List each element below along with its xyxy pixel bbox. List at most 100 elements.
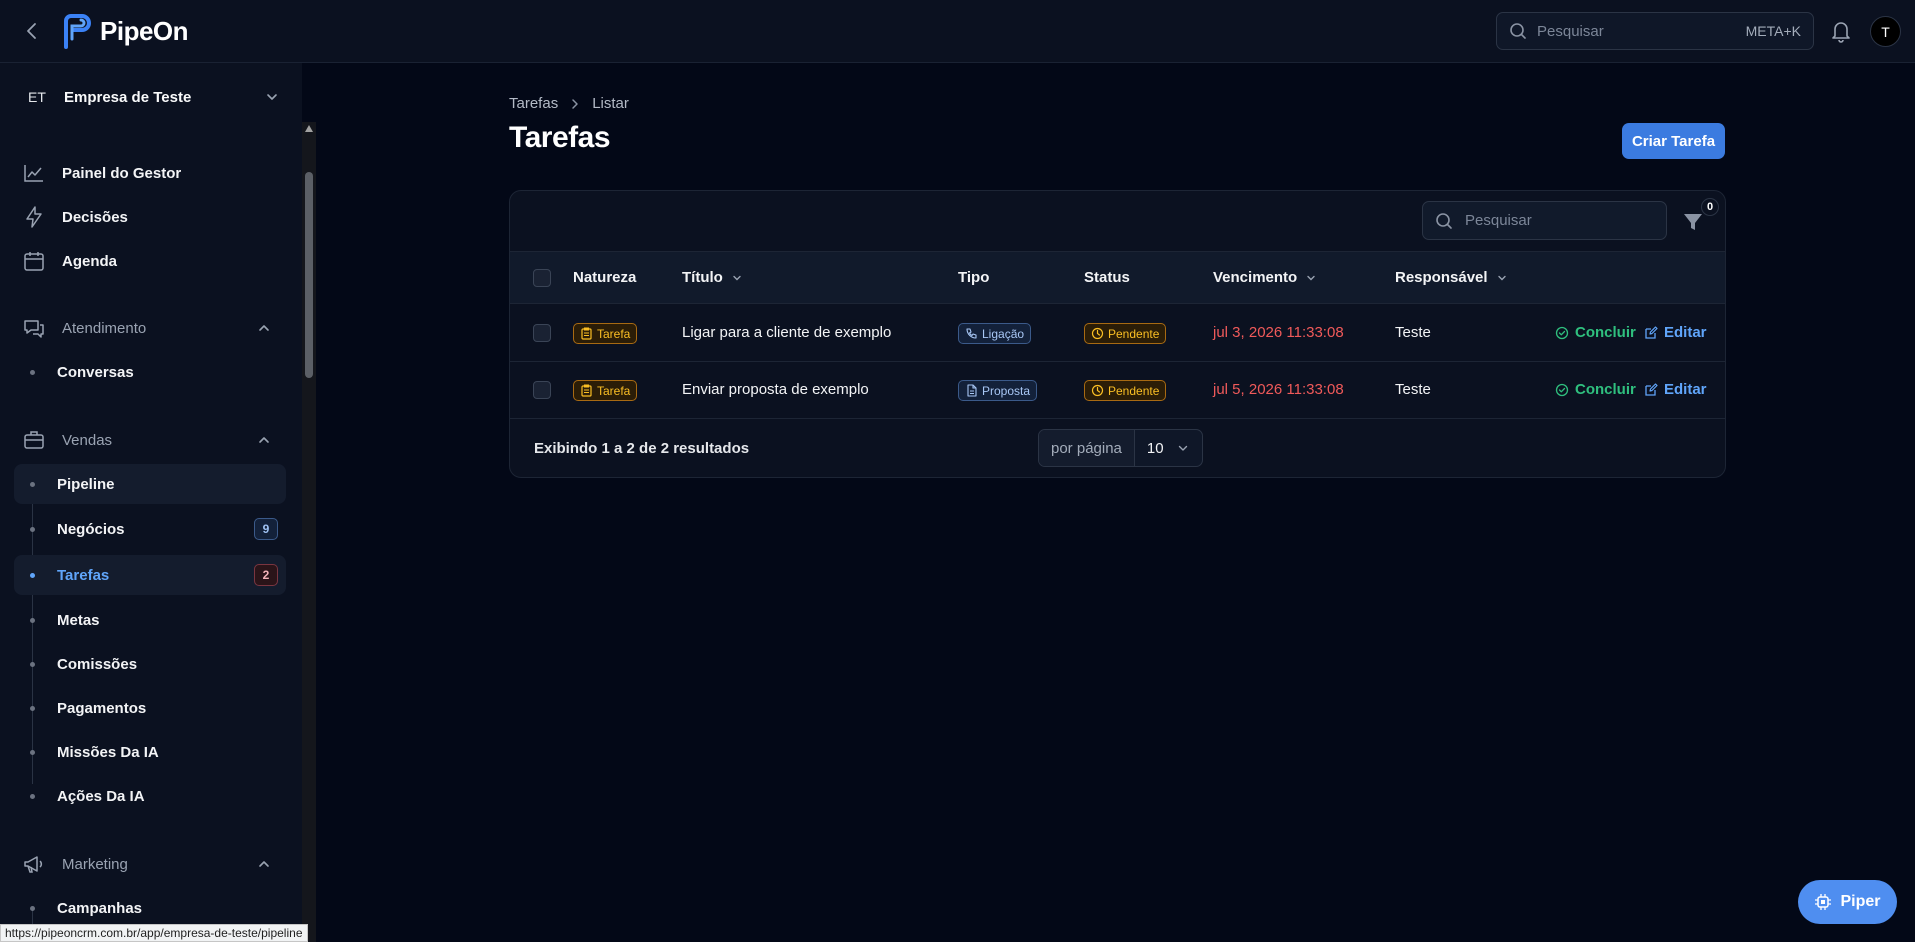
sidebar-scrollbar[interactable] bbox=[302, 122, 316, 942]
per-page-label: por página bbox=[1039, 430, 1135, 466]
scroll-up-arrow-icon[interactable] bbox=[305, 125, 313, 132]
sidebar-item-agenda[interactable]: Agenda bbox=[14, 241, 286, 281]
task-title: Ligar para a cliente de exemplo bbox=[682, 324, 892, 341]
tasks-table-card: Pesquisar 0 Natureza Título Tipo Status … bbox=[509, 190, 1726, 478]
select-all-checkbox[interactable] bbox=[533, 269, 551, 287]
breadcrumb-tarefas[interactable]: Tarefas bbox=[509, 95, 558, 112]
create-task-button[interactable]: Criar Tarefa bbox=[1622, 123, 1725, 159]
search-icon bbox=[1435, 212, 1453, 230]
column-tipo: Tipo bbox=[958, 269, 990, 286]
sidebar-item-pagamentos[interactable]: Pagamentos bbox=[14, 688, 286, 728]
nav-dot bbox=[30, 750, 35, 755]
chevron-up-icon bbox=[256, 856, 272, 872]
tipo-badge: Ligação bbox=[958, 323, 1032, 344]
breadcrumb-listar: Listar bbox=[592, 95, 629, 112]
nav-dot bbox=[30, 906, 35, 911]
nav-dot bbox=[30, 618, 35, 623]
bell-icon[interactable] bbox=[1830, 19, 1852, 43]
check-circle-icon bbox=[1555, 383, 1569, 397]
company-switcher[interactable]: ET Empresa de Teste bbox=[14, 77, 294, 117]
nav-dot bbox=[30, 527, 35, 532]
sidebar-item-campanhas[interactable]: Campanhas bbox=[14, 888, 286, 928]
pagination-info: Exibindo 1 a 2 de 2 resultados bbox=[534, 440, 750, 457]
negocios-count-badge: 9 bbox=[254, 518, 278, 540]
megaphone-icon bbox=[22, 852, 46, 876]
global-search-input[interactable]: Pesquisar META+K bbox=[1496, 12, 1814, 50]
sidebar-item-metas[interactable]: Metas bbox=[14, 600, 286, 640]
table-search-placeholder: Pesquisar bbox=[1465, 212, 1532, 229]
piper-assistant-button[interactable]: Piper bbox=[1798, 880, 1897, 924]
complete-task-button[interactable]: Concluir bbox=[1555, 324, 1636, 341]
table-search-input[interactable]: Pesquisar bbox=[1422, 201, 1667, 240]
user-avatar[interactable]: T bbox=[1870, 16, 1901, 47]
chat-bubbles-icon bbox=[22, 316, 46, 340]
per-page-select[interactable]: 10 bbox=[1135, 430, 1202, 466]
sidebar-item-conversas[interactable]: Conversas bbox=[14, 352, 286, 392]
due-date: jul 3, 2026 11:33:08 bbox=[1213, 324, 1344, 341]
sort-chevron-icon bbox=[1305, 272, 1317, 284]
chevron-up-icon bbox=[256, 432, 272, 448]
pipeon-logo-icon bbox=[60, 13, 92, 49]
sidebar-group-atendimento[interactable]: Atendimento bbox=[14, 308, 286, 348]
sidebar-item-negocios[interactable]: Negócios 9 bbox=[14, 509, 286, 549]
tarefas-count-badge: 2 bbox=[254, 564, 278, 586]
search-shortcut: META+K bbox=[1745, 23, 1801, 39]
sidebar-item-acoes-da-ia[interactable]: Ações Da IA bbox=[14, 776, 286, 816]
edit-icon bbox=[1644, 325, 1658, 340]
sidebar-item-tarefas[interactable]: Tarefas 2 bbox=[14, 555, 286, 595]
sidebar-item-painel-do-gestor[interactable]: Painel do Gestor bbox=[14, 153, 286, 193]
nav-dot bbox=[30, 706, 35, 711]
sidebar-item-decisoes[interactable]: Decisões bbox=[14, 197, 286, 237]
sidebar-group-vendas[interactable]: Vendas bbox=[14, 420, 286, 460]
top-bar: PipeOn Pesquisar META+K T bbox=[0, 0, 1915, 63]
per-page-selector[interactable]: por página 10 bbox=[1038, 429, 1203, 467]
back-arrow-icon[interactable] bbox=[20, 19, 44, 43]
column-natureza: Natureza bbox=[573, 269, 637, 286]
filter-icon[interactable] bbox=[1682, 211, 1704, 233]
column-status: Status bbox=[1084, 269, 1130, 286]
table-row[interactable]: Tarefa Ligar para a cliente de exemplo L… bbox=[510, 305, 1725, 362]
check-circle-icon bbox=[1555, 326, 1569, 340]
task-title: Enviar proposta de exemplo bbox=[682, 381, 869, 398]
table-row[interactable]: Tarefa Enviar proposta de exemplo Propos… bbox=[510, 362, 1725, 419]
sidebar-item-comissoes[interactable]: Comissões bbox=[14, 644, 286, 684]
briefcase-icon bbox=[22, 428, 46, 452]
sidebar-group-marketing[interactable]: Marketing bbox=[14, 844, 286, 884]
phone-icon bbox=[965, 327, 978, 340]
edit-task-button[interactable]: Editar bbox=[1644, 381, 1707, 398]
nav-dot bbox=[30, 662, 35, 667]
document-icon bbox=[965, 384, 978, 397]
clock-icon bbox=[1091, 327, 1104, 340]
sidebar: ET Empresa de Teste Painel do Gestor Dec… bbox=[0, 63, 302, 942]
status-badge: Pendente bbox=[1084, 380, 1167, 401]
app-name: PipeOn bbox=[100, 15, 189, 46]
nav-dot-active bbox=[30, 573, 35, 578]
complete-task-button[interactable]: Concluir bbox=[1555, 381, 1636, 398]
global-search-placeholder: Pesquisar bbox=[1537, 22, 1604, 40]
sidebar-item-pipeline[interactable]: Pipeline bbox=[14, 464, 286, 504]
row-checkbox[interactable] bbox=[533, 381, 551, 399]
column-responsavel[interactable]: Responsável bbox=[1395, 269, 1508, 286]
column-vencimento[interactable]: Vencimento bbox=[1213, 269, 1317, 286]
company-name: Empresa de Teste bbox=[64, 88, 192, 106]
sort-chevron-icon bbox=[1496, 272, 1508, 284]
app-logo[interactable]: PipeOn bbox=[60, 13, 189, 49]
clock-icon bbox=[1091, 384, 1104, 397]
status-bar-url: https://pipeoncrm.com.br/app/empresa-de-… bbox=[0, 924, 308, 942]
search-icon bbox=[1509, 22, 1527, 40]
chevron-right-icon bbox=[568, 97, 582, 111]
sidebar-item-missoes-da-ia[interactable]: Missões Da IA bbox=[14, 732, 286, 772]
chart-line-icon bbox=[22, 161, 46, 185]
nav-dot bbox=[30, 482, 35, 487]
responsible: Teste bbox=[1395, 381, 1431, 398]
scrollbar-thumb[interactable] bbox=[305, 172, 313, 378]
lightning-icon bbox=[22, 205, 46, 229]
edit-task-button[interactable]: Editar bbox=[1644, 324, 1707, 341]
column-titulo[interactable]: Título bbox=[682, 269, 743, 286]
clipboard-icon bbox=[580, 384, 593, 397]
calendar-icon bbox=[22, 249, 46, 273]
row-checkbox[interactable] bbox=[533, 324, 551, 342]
chevron-down-icon bbox=[264, 89, 280, 105]
company-initials: ET bbox=[28, 89, 46, 105]
filter-count-badge: 0 bbox=[1701, 198, 1719, 216]
